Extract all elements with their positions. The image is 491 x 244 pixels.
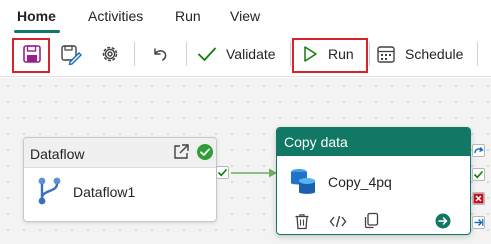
open-external-icon[interactable] — [172, 143, 190, 161]
save-button[interactable] — [16, 38, 48, 70]
failure-port[interactable] — [472, 192, 485, 205]
copy-data-activity-card[interactable]: Copy data Copy_4pq — [276, 127, 471, 235]
toolbar-separator — [134, 42, 135, 66]
checkmark-icon — [198, 47, 216, 61]
database-copy-icon — [291, 169, 315, 194]
close-icon — [473, 193, 484, 204]
toolbar-separator — [186, 42, 187, 66]
success-port[interactable] — [472, 168, 485, 181]
copy-data-card-header: Copy data — [277, 128, 470, 156]
success-status-icon — [197, 144, 213, 160]
dataflow-card-title: Dataflow — [30, 146, 85, 162]
calendar-icon — [377, 46, 395, 63]
undo-button[interactable] — [144, 38, 176, 70]
skip-arrow-icon — [474, 219, 484, 226]
gear-icon — [102, 46, 118, 62]
schedule-label: Schedule — [405, 46, 464, 62]
save-as-button[interactable] — [56, 38, 86, 70]
tab-home[interactable]: Home — [17, 8, 56, 24]
ribbon-tab-bar: Home Activities Run View — [0, 0, 491, 33]
toolbar-separator — [477, 42, 478, 66]
run-button[interactable]: Run — [296, 38, 364, 70]
tab-view[interactable]: View — [230, 8, 260, 24]
save-icon — [23, 45, 41, 63]
schedule-button[interactable]: Schedule — [376, 38, 472, 70]
validate-label: Validate — [226, 46, 276, 62]
code-icon[interactable] — [329, 214, 347, 229]
skip-port[interactable] — [472, 216, 485, 229]
copy-data-activity-name: Copy_4pq — [328, 174, 392, 190]
checkmark-icon — [217, 168, 228, 177]
redo-arrow-icon — [474, 147, 484, 154]
validate-button[interactable]: Validate — [196, 38, 284, 70]
delete-icon[interactable] — [294, 213, 310, 230]
copy-data-card-title: Copy data — [284, 134, 348, 150]
dataflow-card-header: Dataflow — [24, 138, 216, 168]
copy-icon[interactable] — [363, 212, 379, 229]
undo-icon — [154, 48, 167, 61]
play-icon — [304, 46, 317, 62]
ribbon-toolbar: Validate Run Schedule — [0, 33, 491, 77]
dataflow-activity-card[interactable]: Dataflow Dataflow1 — [23, 137, 217, 222]
run-label: Run — [328, 46, 354, 62]
tab-run[interactable]: Run — [175, 8, 201, 24]
arrow-right-circle-icon[interactable] — [435, 213, 451, 229]
settings-button[interactable] — [94, 38, 126, 70]
save-as-icon — [61, 45, 82, 65]
success-port[interactable] — [216, 166, 229, 179]
dataflow-icon — [38, 177, 61, 205]
toolbar-separator — [369, 42, 370, 66]
checkmark-icon — [473, 170, 484, 179]
toolbar-separator — [290, 42, 291, 66]
success-connector-arrow[interactable] — [231, 166, 279, 180]
dataflow-activity-name: Dataflow1 — [73, 184, 136, 200]
tab-activities[interactable]: Activities — [88, 8, 143, 24]
completion-port[interactable] — [472, 144, 485, 157]
